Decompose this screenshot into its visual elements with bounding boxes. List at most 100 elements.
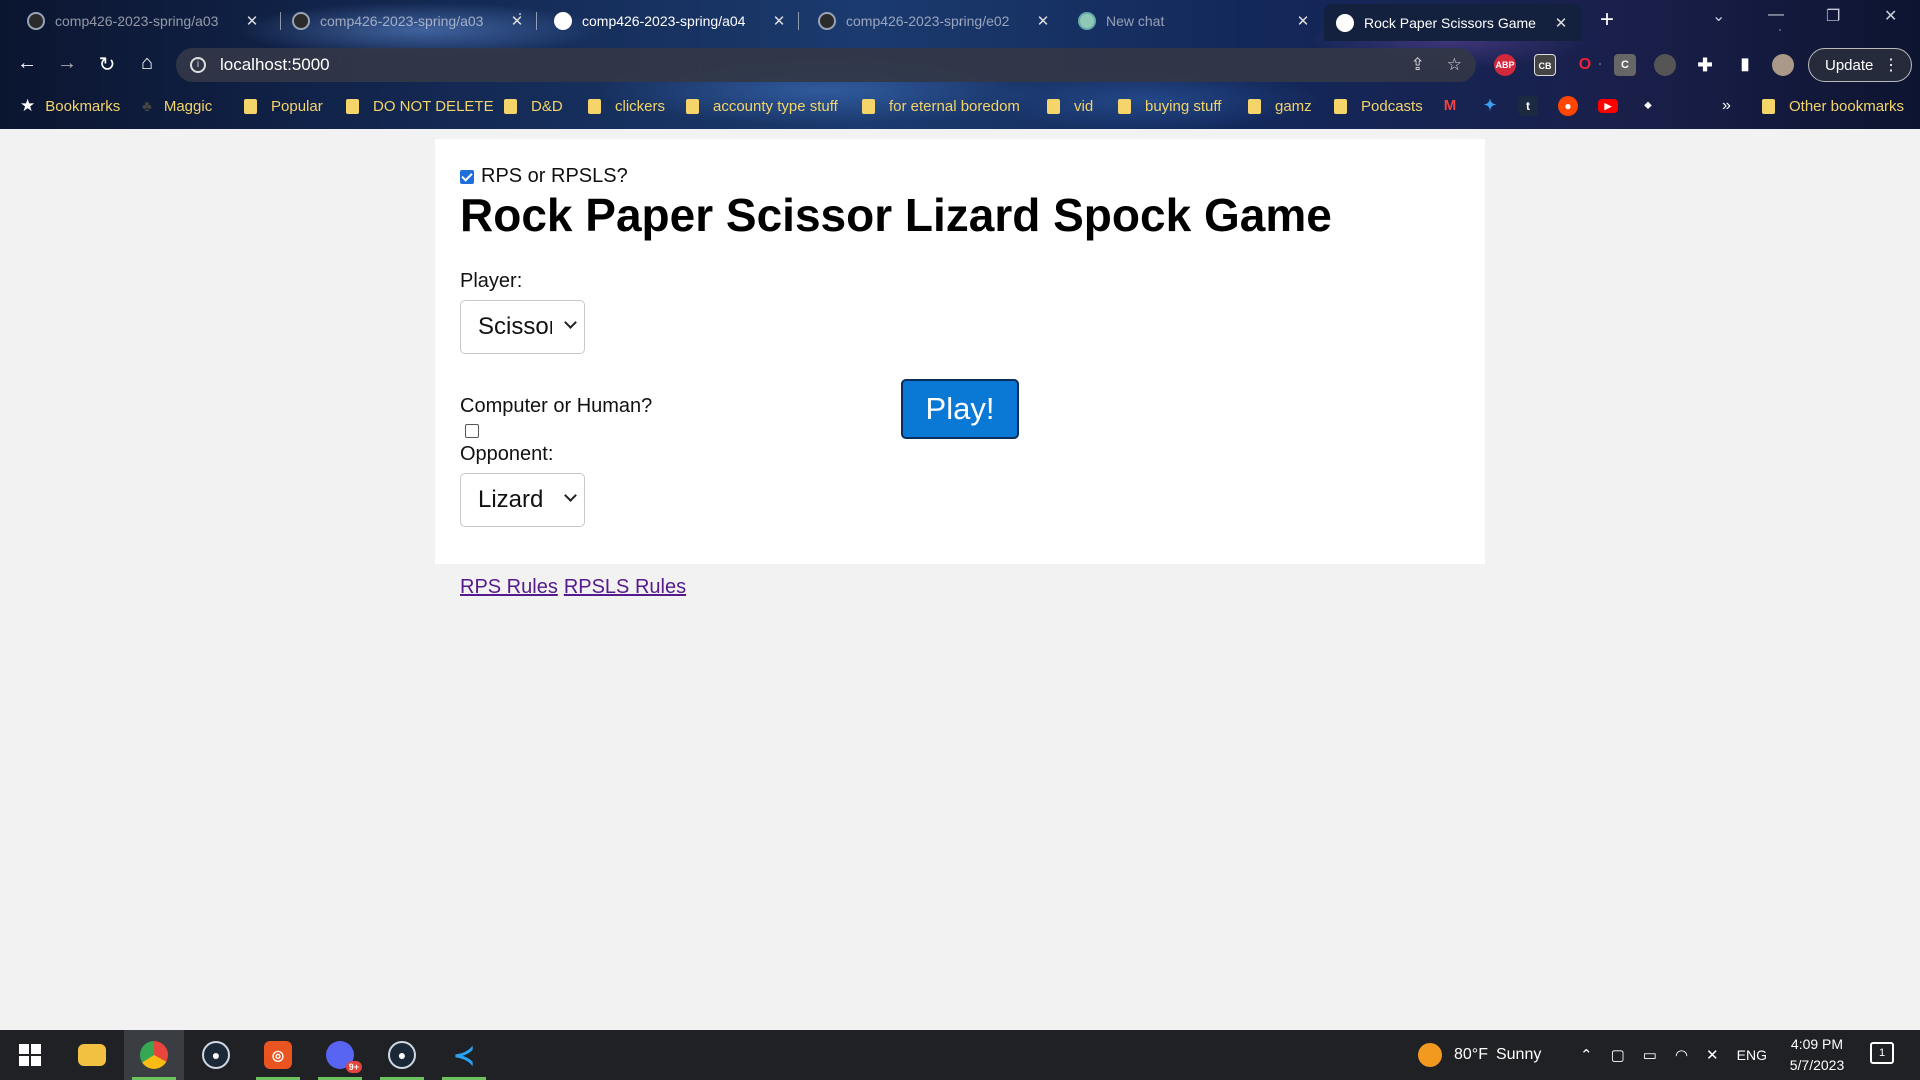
opponent-select-value: Lizard [478, 486, 544, 513]
c-extension-icon[interactable]: C [1614, 54, 1636, 76]
back-button[interactable]: ← [13, 52, 41, 75]
chevron-down-icon [564, 316, 577, 329]
maximize-button[interactable]: ❐ [1826, 6, 1840, 26]
tab-rock-paper-scissors[interactable]: Rock Paper Scissors Game ✕ [1324, 4, 1582, 41]
taskbar-file-explorer[interactable] [62, 1030, 122, 1080]
share-icon[interactable]: ⇪ [1411, 55, 1425, 75]
discord-badge: 9+ [345, 1061, 362, 1073]
weather-widget[interactable]: 80°F Sunny [1418, 1030, 1541, 1080]
reddit-icon[interactable]: ● [1558, 96, 1578, 116]
forward-button[interactable]: → [53, 52, 81, 75]
tab-comp426-a04[interactable]: comp426-2023-spring/a04 ✕ [542, 4, 800, 38]
tab-title: comp426-2023-spring/a03 [320, 13, 484, 29]
misc-icon[interactable]: ⬥ [1638, 96, 1658, 116]
tumblr-icon[interactable]: t [1518, 96, 1538, 116]
human-opponent-checkbox[interactable] [465, 424, 479, 438]
taskbar-discord[interactable]: 9+ [310, 1030, 370, 1080]
bookmark-folder-accounty[interactable]: accounty type stuff [686, 93, 838, 119]
tab-comp426-e02[interactable]: comp426-2023-spring/e02 ✕ [806, 4, 1064, 38]
twitter-icon[interactable]: ✦ [1480, 96, 1500, 116]
close-tab-icon[interactable]: ✕ [508, 12, 526, 30]
bookmark-maggic[interactable]: ♣ Maggic [142, 93, 212, 119]
opera-icon[interactable]: O [1574, 54, 1596, 76]
tab-comp426-a03-1[interactable]: comp426-2023-spring/a03 ✕ [15, 4, 273, 38]
close-tab-icon[interactable]: ✕ [243, 12, 261, 30]
folder-icon [1118, 98, 1131, 114]
taskbar-clock[interactable]: 4:09 PM 5/7/2023 [1772, 1034, 1862, 1076]
bookmark-folder-clickers[interactable]: clickers [588, 93, 665, 119]
bookmark-label: D&D [531, 97, 563, 115]
bookmark-star-icon[interactable]: ☆ [1447, 55, 1462, 75]
close-window-button[interactable]: ✕ [1884, 6, 1897, 26]
taskbar-ubuntu[interactable]: ◎ [248, 1030, 308, 1080]
bookmark-folder-podcasts[interactable]: Podcasts [1334, 93, 1423, 119]
profile-extension-icon[interactable] [1654, 54, 1676, 76]
minimize-button[interactable]: — [1768, 6, 1784, 24]
tab-new-chat[interactable]: New chat ✕ [1066, 4, 1324, 38]
discord-icon: 9+ [326, 1041, 362, 1073]
bookmarks-menu[interactable]: ★ Bookmarks [20, 93, 120, 119]
home-button[interactable]: ⌂ [133, 52, 161, 75]
bookmark-label: Podcasts [1361, 97, 1423, 115]
meet-now-icon[interactable]: ▢ [1611, 1046, 1625, 1064]
folder-icon [1047, 98, 1060, 114]
update-button[interactable]: Update ⋮ [1808, 48, 1912, 82]
close-tab-icon[interactable]: ✕ [770, 12, 788, 30]
bookmark-folder-buying-stuff[interactable]: buying stuff [1118, 93, 1221, 119]
other-bookmarks[interactable]: Other bookmarks [1762, 93, 1904, 119]
bookmark-folder-dnd[interactable]: D&D [504, 93, 563, 119]
language-indicator[interactable]: ENG [1737, 1047, 1767, 1063]
rpsls-rules-link[interactable]: RPSLS Rules [564, 576, 686, 598]
close-tab-icon[interactable]: ✕ [1034, 12, 1052, 30]
bookmark-folder-vid[interactable]: vid [1047, 93, 1093, 119]
adblock-icon[interactable]: ABP [1494, 54, 1516, 76]
bookmark-label: accounty type stuff [713, 97, 838, 115]
bookmark-folder-do-not-delete[interactable]: DO NOT DELETE [346, 93, 494, 119]
taskbar-chrome[interactable] [124, 1030, 184, 1080]
bookmarks-overflow-button[interactable]: » [1722, 93, 1731, 119]
show-hidden-icons-icon[interactable]: ⌃ [1580, 1046, 1593, 1064]
gmail-icon[interactable]: M [1440, 96, 1460, 116]
rps-rules-link[interactable]: RPS Rules [460, 576, 558, 598]
bookmark-label: gamz [1275, 97, 1312, 115]
side-panel-icon[interactable]: ▮ [1734, 54, 1756, 76]
taskbar-steam-2[interactable]: ● [372, 1030, 432, 1080]
play-button[interactable]: Play! [901, 379, 1019, 439]
player-select-value: Scissor [478, 313, 552, 340]
reload-button[interactable]: ↻ [93, 52, 121, 77]
site-info-icon[interactable]: i [190, 57, 206, 73]
bookmark-folder-gamz[interactable]: gamz [1248, 93, 1312, 119]
rps-rpsls-toggle[interactable]: RPS or RPSLS? [460, 165, 628, 188]
wifi-icon[interactable]: ◠ [1675, 1046, 1688, 1064]
tab-search-icon[interactable]: ⌄ [1712, 6, 1725, 26]
close-tab-icon[interactable]: ✕ [1294, 12, 1312, 30]
cookie-blocker-icon[interactable]: CB [1534, 54, 1556, 76]
bookmark-folder-popular[interactable]: Popular [244, 93, 323, 119]
more-menu-icon[interactable]: ⋮ [1883, 55, 1899, 75]
extensions-puzzle-icon[interactable]: ✚ [1694, 54, 1716, 76]
bookmark-folder-eternal-boredom[interactable]: for eternal boredom [862, 93, 1020, 119]
weather-temp: 80°F [1454, 1046, 1488, 1063]
tab-comp426-a03-2[interactable]: comp426-2023-spring/a03 ✕ [280, 4, 538, 38]
clock-date: 5/7/2023 [1789, 1057, 1845, 1073]
taskbar-steam[interactable]: ● [186, 1030, 246, 1080]
youtube-icon[interactable]: ▶ [1598, 99, 1618, 113]
opponent-select[interactable]: Lizard [460, 473, 585, 527]
avatar[interactable] [1772, 54, 1794, 76]
steam-icon: ● [388, 1041, 416, 1069]
address-bar[interactable]: i localhost:5000 ⇪ ☆ [176, 48, 1476, 82]
star-icon: ★ [20, 96, 36, 115]
volume-muted-icon[interactable]: ✕ [1706, 1046, 1719, 1064]
taskbar-vscode[interactable]: ≺ [434, 1030, 494, 1080]
notification-center-icon[interactable]: 1 [1870, 1042, 1894, 1064]
rps-mode-checkbox[interactable] [460, 169, 474, 184]
close-tab-icon[interactable]: ✕ [1552, 14, 1570, 32]
bookmark-label: buying stuff [1145, 97, 1222, 115]
battery-icon[interactable]: ▭ [1643, 1046, 1657, 1064]
folder-icon [346, 98, 359, 114]
start-button[interactable] [0, 1030, 60, 1080]
player-select[interactable]: Scissor [460, 300, 585, 354]
new-tab-button[interactable]: + [1600, 6, 1614, 34]
bookmark-label: clickers [615, 97, 666, 115]
rps-mode-label: RPS or RPSLS? [481, 165, 628, 187]
